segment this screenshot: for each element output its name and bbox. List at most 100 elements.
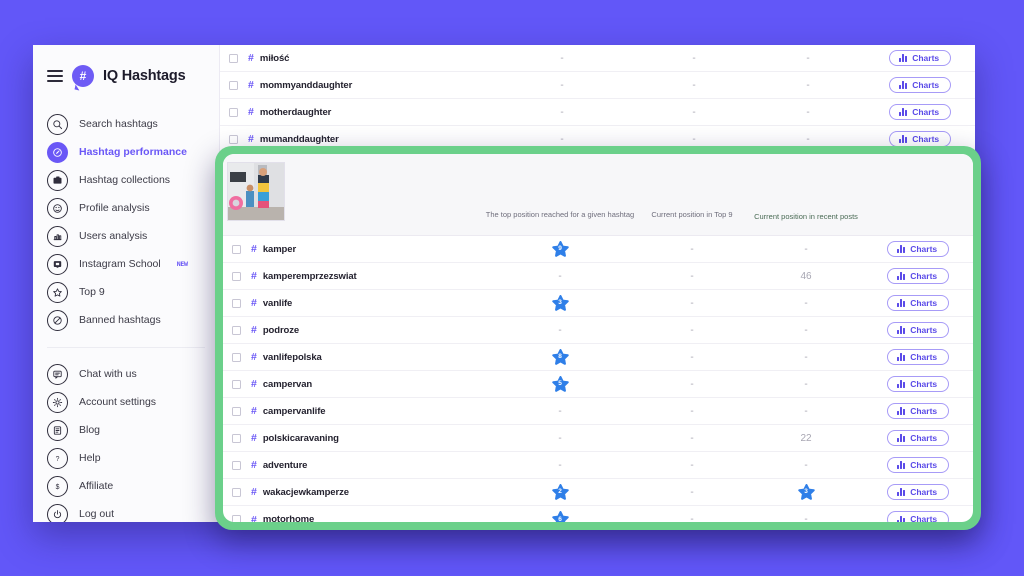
sidebar-item-banned-hashtags[interactable]: Banned hashtags [33, 306, 219, 334]
row-checkbox[interactable] [231, 515, 241, 522]
row-checkbox[interactable] [231, 379, 241, 389]
table-row[interactable]: # miłość - - - Charts [220, 45, 975, 72]
charts-button[interactable]: Charts [886, 483, 950, 501]
star-badge: 5 [551, 375, 569, 393]
row-checkbox[interactable] [231, 325, 241, 335]
school-icon [47, 253, 68, 275]
sidebar-item-log-out[interactable]: Log out [33, 500, 219, 522]
cell-current-top9: - [637, 53, 751, 64]
row-checkbox[interactable] [231, 487, 241, 497]
cell-charts-button: Charts [863, 402, 973, 420]
hashtag-name: motherdaughter [259, 106, 332, 118]
star-value: 3 [558, 299, 562, 306]
cell-current-top9: - [635, 406, 749, 417]
sidebar-item-users-analysis[interactable]: Users analysis [33, 222, 219, 250]
bar-chart-icon [898, 81, 908, 89]
charts-button[interactable]: Charts [886, 321, 950, 339]
sidebar-secondary-nav: Chat with us Account settings Blog ? Hel… [33, 360, 219, 522]
hash-symbol-icon: # [248, 106, 254, 118]
cell-current-top9: - [635, 298, 749, 309]
sidebar-item-instagram-school[interactable]: Instagram School NEW [33, 250, 219, 278]
sidebar-item-blog[interactable]: Blog [33, 416, 219, 444]
sidebar-item-chat-with-us[interactable]: Chat with us [33, 360, 219, 388]
hamburger-menu-icon[interactable] [47, 70, 63, 82]
hash-symbol-icon: # [248, 133, 254, 145]
row-checkbox[interactable] [231, 460, 241, 470]
table-row[interactable]: # motorhome 6 - - Charts [223, 506, 973, 522]
table-row[interactable]: # adventure - - - Charts [223, 452, 973, 479]
cell-value: - [804, 297, 808, 309]
sidebar-item-hashtag-collections[interactable]: Hashtag collections [33, 166, 219, 194]
charts-button[interactable]: Charts [886, 240, 950, 258]
row-checkbox-cell [223, 433, 249, 443]
row-checkbox-cell [223, 298, 249, 308]
row-checkbox-cell [220, 134, 246, 144]
hashtag-name: vanlife [262, 297, 293, 309]
charts-button[interactable]: Charts [886, 375, 950, 393]
table-row[interactable]: # vanlifepolska 8 - - Charts [223, 344, 973, 371]
charts-button[interactable]: Charts [886, 348, 950, 366]
row-checkbox[interactable] [231, 352, 241, 362]
charts-button[interactable]: Charts [886, 267, 950, 285]
row-checkbox[interactable] [231, 271, 241, 281]
table-row[interactable]: # kamper 9 - - Charts [223, 236, 973, 263]
charts-button[interactable]: Charts [888, 103, 952, 121]
star-value: 3 [804, 488, 808, 495]
bar-chart-icon [896, 299, 906, 307]
charts-button[interactable]: Charts [886, 456, 950, 474]
bar-chart-icon [896, 461, 906, 469]
table-row[interactable]: # wakacjewkamperze 2 - 3 Charts [223, 479, 973, 506]
row-checkbox[interactable] [228, 134, 238, 144]
table-row[interactable]: # polskicaravaning - - 22 Charts [223, 425, 973, 452]
row-checkbox[interactable] [231, 406, 241, 416]
table-row[interactable]: # campervan 5 - - Charts [223, 371, 973, 398]
charts-button[interactable]: Charts [886, 402, 950, 420]
bar-chart-icon [898, 108, 908, 116]
charts-button-label: Charts [912, 106, 940, 117]
sidebar-item-profile-analysis[interactable]: Profile analysis [33, 194, 219, 222]
charts-button-label: Charts [910, 514, 938, 522]
charts-button[interactable]: Charts [888, 76, 952, 94]
sidebar-item-account-settings[interactable]: Account settings [33, 388, 219, 416]
sidebar-item-search-hashtags[interactable]: Search hashtags [33, 110, 219, 138]
charts-button[interactable]: Charts [886, 429, 950, 447]
charts-button-label: Charts [910, 351, 938, 362]
sidebar-item-hashtag-performance[interactable]: Hashtag performance [33, 138, 219, 166]
charts-button[interactable]: Charts [886, 294, 950, 312]
dollar-icon: $ [47, 475, 68, 497]
cell-value: - [804, 324, 808, 336]
sidebar-item-help[interactable]: ? Help [33, 444, 219, 472]
row-checkbox[interactable] [231, 244, 241, 254]
charts-button[interactable]: Charts [888, 130, 952, 148]
row-checkbox[interactable] [228, 107, 238, 117]
hashtag-cell: # kamper [249, 243, 485, 255]
table-row[interactable]: # podroze - - - Charts [223, 317, 973, 344]
row-checkbox[interactable] [228, 80, 238, 90]
row-checkbox-cell [223, 271, 249, 281]
table-row[interactable]: # mommyanddaughter - - - Charts [220, 72, 975, 99]
hashtag-cell: # motorhome [249, 514, 485, 523]
charts-button-label: Charts [910, 459, 938, 470]
charts-button[interactable]: Charts [888, 49, 952, 67]
row-checkbox[interactable] [228, 53, 238, 63]
hash-symbol-icon: # [251, 270, 257, 282]
cell-value: - [690, 405, 694, 417]
cell-value: - [692, 106, 696, 118]
sidebar-item-label: Log out [79, 508, 115, 520]
table-row[interactable]: # vanlife 3 - - Charts [223, 290, 973, 317]
hashtag-name: miłość [259, 52, 290, 64]
bar-chart-icon [896, 326, 906, 334]
sidebar-item-top-9[interactable]: Top 9 [33, 278, 219, 306]
cell-charts-button: Charts [865, 76, 975, 94]
bar-chart-icon [896, 407, 906, 415]
charts-button[interactable]: Charts [886, 511, 950, 522]
row-checkbox[interactable] [231, 298, 241, 308]
cell-current-recent: - [751, 80, 865, 91]
table-row[interactable]: # kamperemprzezswiat - - 46 Charts [223, 263, 973, 290]
table-row[interactable]: # motherdaughter - - - Charts [220, 99, 975, 126]
svg-text:$: $ [56, 483, 60, 490]
row-checkbox[interactable] [231, 433, 241, 443]
sidebar-item-label: Users analysis [79, 230, 148, 242]
sidebar-item-affiliate[interactable]: $ Affiliate [33, 472, 219, 500]
table-row[interactable]: # campervanlife - - - Charts [223, 398, 973, 425]
